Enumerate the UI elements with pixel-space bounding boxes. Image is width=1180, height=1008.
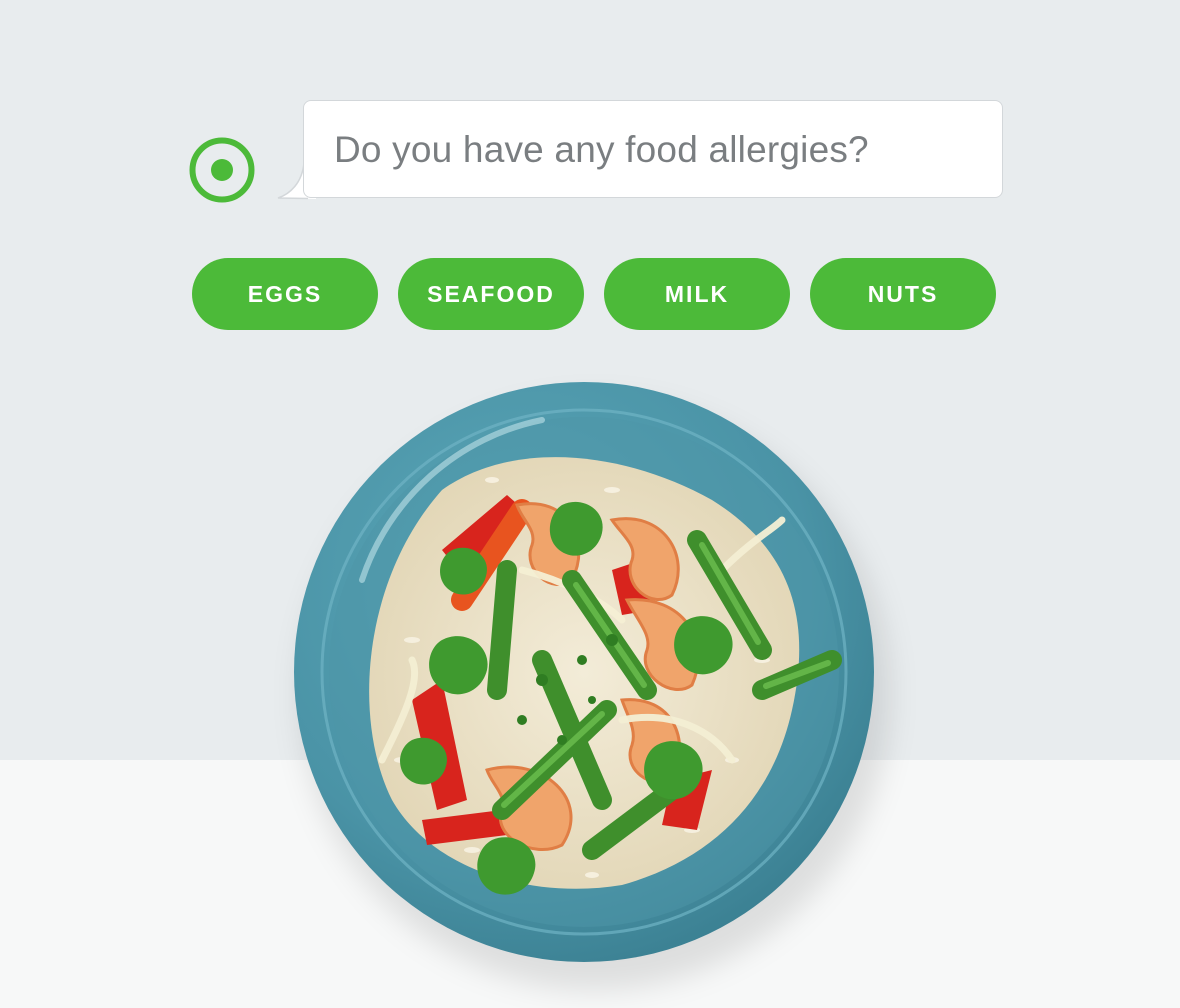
- option-eggs-button[interactable]: EGGS: [192, 258, 378, 330]
- question-bubble: Do you have any food allergies?: [303, 100, 1003, 198]
- option-milk-button[interactable]: MILK: [604, 258, 790, 330]
- option-nuts-button[interactable]: NUTS: [810, 258, 996, 330]
- food-plate-image: [294, 382, 874, 962]
- question-text: Do you have any food allergies?: [334, 129, 869, 170]
- bot-radio-icon: [189, 137, 255, 203]
- option-seafood-button[interactable]: SEAFOOD: [398, 258, 584, 330]
